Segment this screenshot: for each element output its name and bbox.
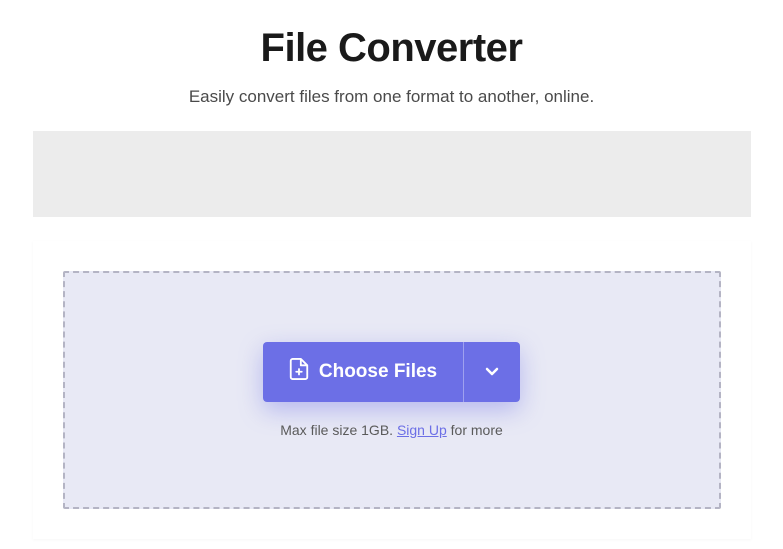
choose-files-button[interactable]: Choose Files bbox=[263, 342, 464, 402]
page-subtitle: Easily convert files from one format to … bbox=[189, 87, 594, 107]
page-title: File Converter bbox=[261, 26, 523, 71]
chevron-down-icon bbox=[484, 363, 500, 382]
signup-link[interactable]: Sign Up bbox=[397, 422, 447, 438]
hint-prefix: Max file size 1GB. bbox=[280, 422, 397, 438]
main-container: File Converter Easily convert files from… bbox=[0, 0, 783, 539]
file-dropzone[interactable]: Choose Files Max file size 1GB. Sign Up … bbox=[63, 271, 721, 509]
choose-files-button-group: Choose Files bbox=[263, 342, 520, 402]
file-size-hint: Max file size 1GB. Sign Up for more bbox=[280, 422, 503, 438]
upload-card: Choose Files Max file size 1GB. Sign Up … bbox=[33, 241, 751, 539]
ad-banner bbox=[33, 131, 751, 217]
choose-files-dropdown-button[interactable] bbox=[464, 342, 520, 402]
hint-suffix: for more bbox=[447, 422, 503, 438]
choose-files-label: Choose Files bbox=[319, 361, 437, 383]
file-add-icon bbox=[289, 358, 309, 386]
